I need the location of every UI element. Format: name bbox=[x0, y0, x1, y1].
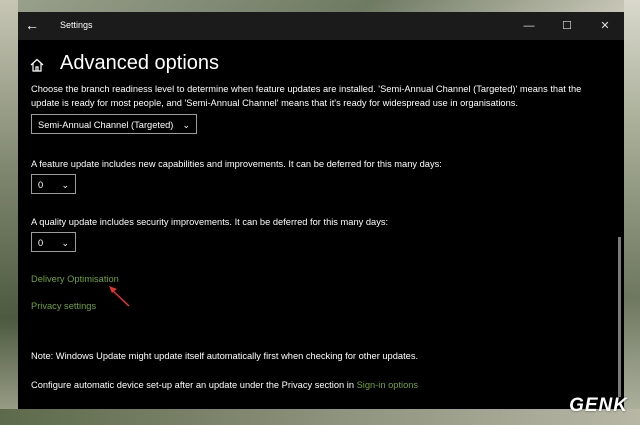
home-icon[interactable] bbox=[30, 58, 44, 72]
feature-update-description: A feature update includes new capabiliti… bbox=[31, 159, 442, 169]
chevron-down-icon: ⌄ bbox=[61, 238, 69, 248]
sign-in-options-link[interactable]: Sign-in options bbox=[357, 380, 419, 390]
privacy-settings-link[interactable]: Privacy settings bbox=[31, 301, 96, 311]
quality-update-days-value: 0 bbox=[38, 238, 44, 248]
desktop-background-left bbox=[0, 0, 18, 425]
window-title: Settings bbox=[60, 20, 93, 30]
close-button[interactable]: ✕ bbox=[586, 12, 624, 40]
page-title: Advanced options bbox=[60, 52, 220, 74]
settings-window: ← Settings — ☐ ✕ Advanced options Choose… bbox=[18, 12, 624, 409]
red-arrow-annotation-icon bbox=[109, 286, 130, 307]
quality-update-days-dropdown[interactable]: 0 ⌄ bbox=[31, 232, 76, 252]
desktop-background-bottom bbox=[0, 409, 640, 425]
scrollbar[interactable] bbox=[618, 237, 621, 397]
minimize-button[interactable]: — bbox=[510, 12, 548, 40]
branch-readiness-dropdown[interactable]: Semi-Annual Channel (Targeted) ⌄ bbox=[31, 114, 197, 134]
configure-note: Configure automatic device set-up after … bbox=[31, 380, 418, 390]
branch-readiness-value: Semi-Annual Channel (Targeted) bbox=[38, 120, 174, 130]
configure-note-text: Configure automatic device set-up after … bbox=[31, 380, 357, 390]
maximize-button[interactable]: ☐ bbox=[548, 12, 586, 40]
branch-description: Choose the branch readiness level to det… bbox=[31, 84, 582, 108]
genk-watermark-logo: GENK bbox=[569, 395, 628, 416]
title-bar: ← Settings — ☐ ✕ bbox=[18, 12, 624, 40]
update-note: Note: Windows Update might update itself… bbox=[31, 351, 419, 361]
feature-update-days-dropdown[interactable]: 0 ⌄ bbox=[31, 174, 76, 194]
back-arrow-icon[interactable]: ← bbox=[24, 17, 40, 33]
chevron-down-icon: ⌄ bbox=[182, 120, 190, 130]
quality-update-description: A quality update includes security impro… bbox=[31, 217, 389, 227]
feature-update-days-value: 0 bbox=[38, 180, 44, 190]
chevron-down-icon: ⌄ bbox=[61, 180, 69, 190]
desktop-background-right bbox=[624, 0, 640, 425]
